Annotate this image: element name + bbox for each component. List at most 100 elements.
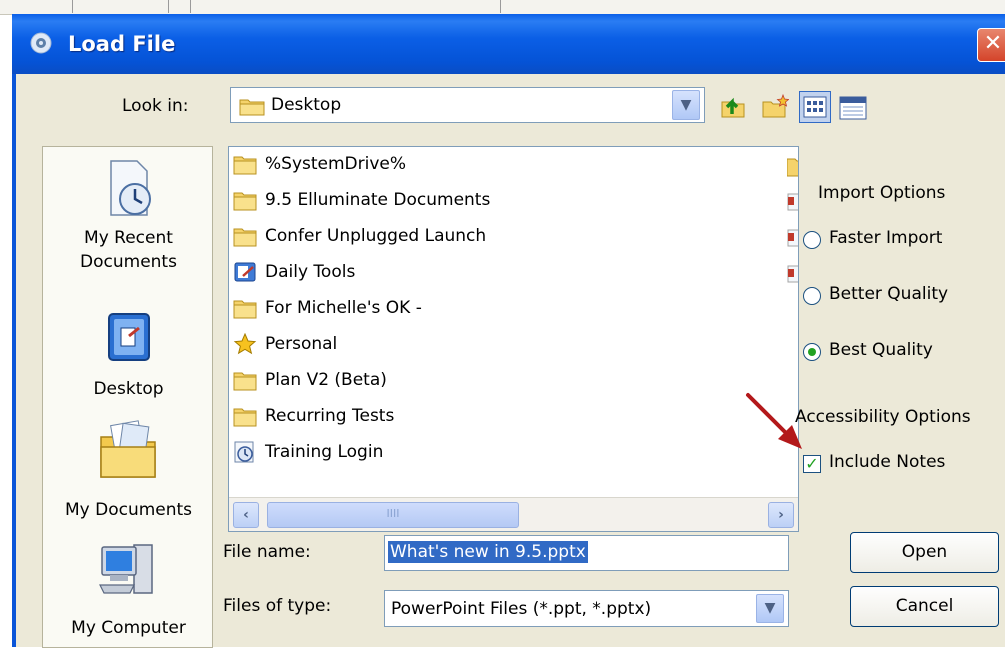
place-my-computer[interactable]: My Computer	[43, 537, 214, 640]
places-bar: My Recent Documents Desktop My Documents	[42, 146, 213, 648]
best-quality-radio[interactable]	[803, 343, 821, 361]
place-my-recent-documents[interactable]: My Recent Documents	[43, 157, 214, 274]
accessibility-options-heading: Accessibility Options	[795, 407, 971, 427]
chevron-left-icon: ‹	[243, 507, 249, 523]
close-icon: ✕	[983, 31, 1003, 56]
document-icon	[787, 193, 798, 211]
list-view-button[interactable]	[799, 91, 831, 123]
files-of-type-select[interactable]: PowerPoint Files (*.ppt, *.pptx) ▼	[384, 590, 789, 627]
desktop-icon	[107, 313, 150, 361]
import-options-heading: Import Options	[818, 183, 946, 203]
file-item[interactable]: Training Login	[233, 435, 383, 469]
folder-icon	[233, 372, 257, 391]
files-of-type-value: PowerPoint Files (*.ppt, *.pptx)	[391, 599, 652, 619]
include-notes-option[interactable]: ✓ Include Notes	[803, 451, 983, 479]
app-logo-icon	[30, 32, 52, 54]
file-name-input[interactable]: What's new in 9.5.pptx	[384, 535, 789, 571]
folder-icon	[233, 156, 257, 175]
place-label: My Computer	[71, 618, 186, 638]
file-item[interactable]: Confer Unplugged Launch	[233, 219, 486, 253]
window-frame	[12, 74, 16, 647]
folder-icon	[233, 300, 257, 319]
background-strip-segment	[0, 0, 73, 13]
best-quality-option[interactable]: Best Quality	[803, 338, 983, 366]
file-list[interactable]: %SystemDrive% 9.5 Elluminate Documents C…	[228, 146, 799, 532]
scroll-thumb[interactable]: IIII	[267, 502, 519, 528]
file-name: %SystemDrive%	[265, 154, 407, 174]
clock-shortcut-icon	[234, 441, 254, 463]
chevron-down-icon: ▼	[764, 600, 776, 616]
better-quality-option[interactable]: Better Quality	[803, 282, 983, 310]
folder-icon	[239, 99, 265, 116]
better-quality-radio[interactable]	[803, 287, 821, 305]
place-label: My Documents	[64, 500, 193, 520]
file-name: For Michelle's OK -	[265, 298, 422, 318]
look-in-value: Desktop	[271, 95, 342, 115]
horizontal-scrollbar[interactable]: ‹ IIII ›	[229, 497, 798, 531]
faster-import-radio[interactable]	[803, 231, 821, 249]
details-view-icon[interactable]	[839, 94, 867, 122]
better-quality-label: Better Quality	[829, 284, 949, 304]
file-name: Confer Unplugged Launch	[265, 226, 487, 246]
file-item[interactable]: Personal	[233, 327, 337, 361]
file-name: Recurring Tests	[265, 406, 395, 426]
folder-icon	[233, 228, 257, 247]
scroll-right-button[interactable]: ›	[768, 502, 794, 528]
document-icon	[787, 265, 798, 283]
title-bar[interactable]: Load File ✕	[12, 14, 1005, 74]
chevron-right-icon: ›	[778, 507, 784, 523]
scroll-thumb-grip: IIII	[386, 507, 400, 520]
folder-icon	[787, 158, 798, 177]
file-item[interactable]: Daily Tools	[233, 255, 355, 289]
star-icon	[233, 333, 257, 355]
place-label: Documents	[80, 252, 177, 272]
file-item[interactable]: Plan V2 (Beta)	[233, 363, 387, 397]
include-notes-label: Include Notes	[829, 452, 946, 472]
background-strip-segment	[168, 0, 191, 13]
background-strip-segment	[72, 0, 169, 13]
background-window-strip	[0, 0, 1005, 15]
files-of-type-dropdown-button[interactable]: ▼	[756, 594, 784, 623]
checkmark-icon: ✓	[805, 454, 819, 473]
best-quality-label: Best Quality	[829, 340, 933, 360]
close-button[interactable]: ✕	[977, 28, 1005, 62]
file-name: 9.5 Elluminate Documents	[265, 190, 491, 210]
up-folder-icon[interactable]	[719, 92, 747, 120]
recent-documents-icon	[109, 160, 151, 216]
look-in-label: Look in:	[122, 96, 189, 116]
file-name: Personal	[265, 334, 338, 354]
place-my-documents[interactable]: My Documents	[43, 417, 214, 522]
my-documents-icon	[99, 420, 156, 478]
file-name-value: What's new in 9.5.pptx	[388, 541, 588, 563]
new-folder-icon[interactable]	[761, 92, 789, 120]
place-label: Desktop	[93, 379, 164, 399]
look-in-dropdown-button[interactable]: ▼	[672, 90, 700, 120]
file-name-label: File name:	[223, 542, 311, 562]
file-item[interactable]: Recurring Tests	[233, 399, 394, 433]
shortcut-icon	[234, 262, 256, 282]
file-item[interactable]: 9.5 Elluminate Documents	[233, 183, 490, 217]
file-item[interactable]: %SystemDrive%	[233, 147, 406, 181]
place-label: My Recent	[84, 228, 173, 248]
open-button[interactable]: Open	[850, 532, 999, 573]
place-desktop[interactable]: Desktop	[43, 310, 214, 401]
my-computer-icon	[98, 544, 153, 594]
file-name: Daily Tools	[265, 262, 356, 282]
folder-icon	[233, 192, 257, 211]
chevron-down-icon: ▼	[680, 97, 692, 113]
scroll-left-button[interactable]: ‹	[233, 502, 259, 528]
file-name: Plan V2 (Beta)	[265, 370, 387, 390]
folder-icon	[233, 408, 257, 427]
include-notes-checkbox[interactable]: ✓	[803, 455, 821, 473]
window-title: Load File	[68, 32, 176, 56]
cancel-button[interactable]: Cancel	[850, 586, 999, 627]
look-in-combo[interactable]: Desktop	[230, 87, 705, 123]
files-of-type-label: Files of type:	[223, 596, 332, 616]
faster-import-label: Faster Import	[829, 228, 943, 248]
file-name: Training Login	[265, 442, 384, 462]
load-file-dialog: Load File ✕ Look in: Desktop ▼ My Recent…	[12, 14, 1005, 648]
file-item[interactable]: For Michelle's OK -	[233, 291, 422, 325]
document-icon	[787, 229, 798, 247]
faster-import-option[interactable]: Faster Import	[803, 226, 983, 254]
background-strip-segment	[190, 0, 501, 13]
